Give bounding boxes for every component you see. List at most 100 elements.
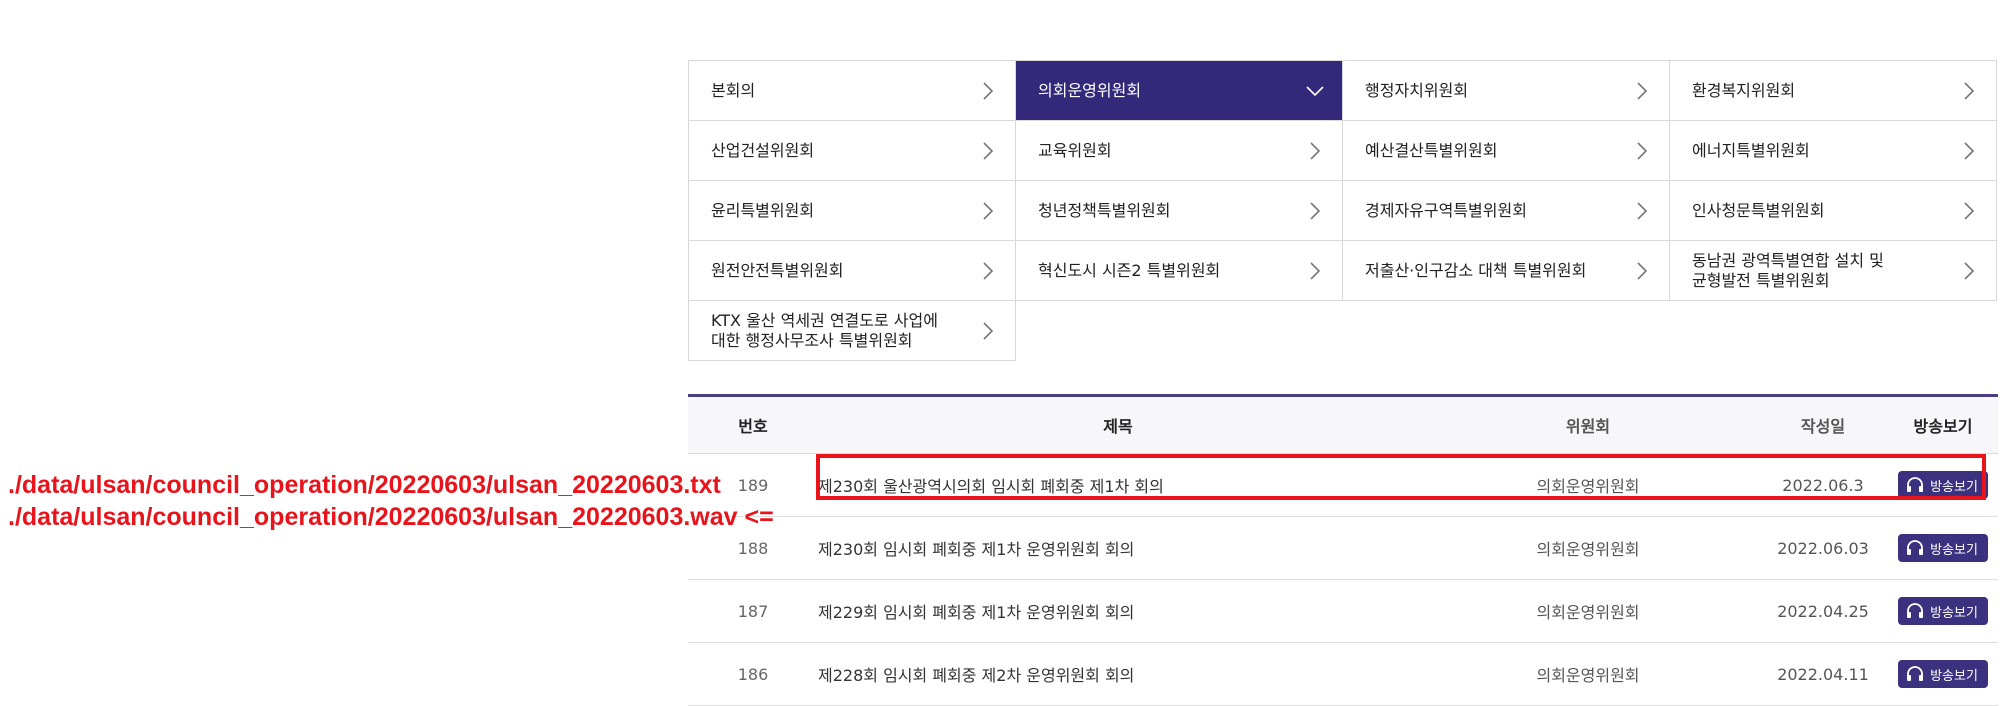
empty-cell: [1016, 301, 1343, 361]
row-broadcast-cell: 방송보기: [1888, 597, 1998, 625]
committee-label: KTX 울산 역세권 연결도로 사업에 대한 행정사무조사 특별위원회: [711, 310, 938, 350]
headphones-icon: [1906, 477, 1924, 493]
header-title: 제목: [1103, 417, 1133, 436]
committee-item[interactable]: 윤리특별위원회: [689, 181, 1016, 241]
chevron-right-icon: [1304, 260, 1326, 282]
broadcast-button[interactable]: 방송보기: [1898, 660, 1988, 688]
row-committee: 의회운영위원회: [1536, 666, 1640, 685]
row-title[interactable]: 제230회 임시회 폐회중 제1차 운영위원회 회의: [818, 536, 1418, 560]
table-row: 188 제230회 임시회 폐회중 제1차 운영위원회 회의 의회운영위원회 2…: [688, 517, 1998, 580]
header-broadcast: 방송보기: [1913, 417, 1973, 436]
committee-item[interactable]: 원전안전특별위원회: [689, 241, 1016, 301]
committee-grid: 본회의 의회운영위원회 행정자치위원회 환경복지위원회산업건설위원회 교육위원회 예산결산…: [688, 60, 1997, 361]
row-date: 2022.06.03: [1777, 538, 1869, 558]
committee-label: 저출산·인구감소 대책 특별위원회: [1365, 260, 1587, 280]
committee-label: 경제자유구역특별위원회: [1365, 200, 1527, 220]
committee-item[interactable]: 저출산·인구감소 대책 특별위원회: [1343, 241, 1670, 301]
table-header: 번호 제목 위원회 작성일 방송보기: [688, 397, 1998, 454]
annotation-line-2: ./data/ulsan/council_operation/20220603/…: [8, 503, 774, 531]
row-date: 2022.04.25: [1777, 601, 1869, 621]
committee-item[interactable]: 환경복지위원회: [1670, 61, 1997, 121]
committee-item[interactable]: 에너지특별위원회: [1670, 121, 1997, 181]
chevron-right-icon: [1958, 80, 1980, 102]
row-title[interactable]: 제229회 임시회 폐회중 제1차 운영위원회 회의: [818, 599, 1418, 623]
committee-label: 윤리특별위원회: [711, 200, 815, 220]
row-broadcast-cell: 방송보기: [1888, 534, 1998, 562]
committee-label: 행정자치위원회: [1365, 80, 1469, 100]
chevron-right-icon: [977, 80, 999, 102]
broadcast-button-label: 방송보기: [1930, 668, 1978, 684]
chevron-right-icon: [977, 200, 999, 222]
row-num: 186: [737, 664, 769, 684]
committee-label: 환경복지위원회: [1692, 80, 1796, 100]
row-date: 2022.04.11: [1777, 664, 1869, 684]
headphones-icon: [1906, 666, 1924, 682]
chevron-right-icon: [1958, 140, 1980, 162]
chevron-right-icon: [1304, 140, 1326, 162]
row-committee: 의회운영위원회: [1536, 603, 1640, 622]
chevron-right-icon: [1958, 260, 1980, 282]
header-num: 번호: [738, 417, 768, 436]
chevron-right-icon: [1631, 80, 1653, 102]
header-date: 작성일: [1800, 417, 1846, 436]
broadcast-button-label: 방송보기: [1930, 542, 1978, 558]
committee-label: 산업건설위원회: [711, 140, 815, 160]
table-row: 186 제228회 임시회 폐회중 제2차 운영위원회 회의 의회운영위원회 2…: [688, 643, 1998, 706]
committee-label: 의회운영위원회: [1038, 80, 1142, 100]
header-committee: 위원회: [1565, 417, 1611, 436]
committee-item[interactable]: 인사청문특별위원회: [1670, 181, 1997, 241]
committee-item[interactable]: 행정자치위원회: [1343, 61, 1670, 121]
committee-label: 교육위원회: [1038, 140, 1112, 160]
committee-item[interactable]: 산업건설위원회: [689, 121, 1016, 181]
row-title[interactable]: 제228회 임시회 폐회중 제2차 운영위원회 회의: [818, 662, 1418, 686]
chevron-right-icon: [977, 140, 999, 162]
committee-item[interactable]: 동남권 광역특별연합 설치 및 균형발전 특별위원회: [1670, 241, 1997, 301]
chevron-right-icon: [1631, 200, 1653, 222]
row-num: 187: [737, 601, 769, 621]
committee-item[interactable]: 의회운영위원회: [1016, 61, 1343, 121]
broadcast-button[interactable]: 방송보기: [1898, 534, 1988, 562]
table-row: 187 제229회 임시회 폐회중 제1차 운영위원회 회의 의회운영위원회 2…: [688, 580, 1998, 643]
row-title[interactable]: 제230회 울산광역시의회 임시회 폐회중 제1차 회의: [818, 473, 1418, 497]
chevron-right-icon: [1958, 200, 1980, 222]
chevron-right-icon: [977, 320, 999, 342]
broadcast-button[interactable]: 방송보기: [1898, 471, 1988, 499]
row-broadcast-cell: 방송보기: [1888, 471, 1998, 499]
committee-item[interactable]: 본회의: [689, 61, 1016, 121]
chevron-right-icon: [977, 260, 999, 282]
table-body: 189 제230회 울산광역시의회 임시회 폐회중 제1차 회의 의회운영위원회…: [688, 454, 1998, 706]
headphones-icon: [1906, 540, 1924, 556]
committee-label: 혁신도시 시즌2 특별위원회: [1038, 260, 1221, 280]
chevron-down-icon: [1304, 80, 1326, 102]
empty-cell: [1670, 301, 1997, 361]
committee-item[interactable]: 혁신도시 시즌2 특별위원회: [1016, 241, 1343, 301]
row-num: 188: [737, 538, 769, 558]
committee-label: 원전안전특별위원회: [711, 260, 844, 280]
committee-item[interactable]: 예산결산특별위원회: [1343, 121, 1670, 181]
committee-item[interactable]: KTX 울산 역세권 연결도로 사업에 대한 행정사무조사 특별위원회: [689, 301, 1016, 361]
committee-item[interactable]: 청년정책특별위원회: [1016, 181, 1343, 241]
committee-label: 청년정책특별위원회: [1038, 200, 1171, 220]
committee-label: 에너지특별위원회: [1692, 140, 1810, 160]
committee-label: 본회의: [711, 80, 756, 100]
chevron-right-icon: [1631, 260, 1653, 282]
row-date: 2022.06.3: [1782, 475, 1864, 495]
row-broadcast-cell: 방송보기: [1888, 660, 1998, 688]
row-committee: 의회운영위원회: [1536, 540, 1640, 559]
broadcast-button-label: 방송보기: [1930, 479, 1978, 495]
chevron-right-icon: [1631, 140, 1653, 162]
committee-label: 예산결산특별위원회: [1365, 140, 1498, 160]
table-row: 189 제230회 울산광역시의회 임시회 폐회중 제1차 회의 의회운영위원회…: [688, 454, 1998, 517]
broadcast-button-label: 방송보기: [1930, 605, 1978, 621]
committee-label: 동남권 광역특별연합 설치 및 균형발전 특별위원회: [1692, 250, 1884, 290]
row-committee: 의회운영위원회: [1536, 477, 1640, 496]
committee-item[interactable]: 경제자유구역특별위원회: [1343, 181, 1670, 241]
broadcast-table: 번호 제목 위원회 작성일 방송보기 189 제230회 울산광역시의회 임시회…: [688, 394, 1998, 706]
committee-item[interactable]: 교육위원회: [1016, 121, 1343, 181]
chevron-right-icon: [1304, 200, 1326, 222]
broadcast-button[interactable]: 방송보기: [1898, 597, 1988, 625]
headphones-icon: [1906, 603, 1924, 619]
committee-label: 인사청문특별위원회: [1692, 200, 1825, 220]
empty-cell: [1343, 301, 1670, 361]
annotation-line-1: ./data/ulsan/council_operation/20220603/…: [8, 471, 721, 499]
